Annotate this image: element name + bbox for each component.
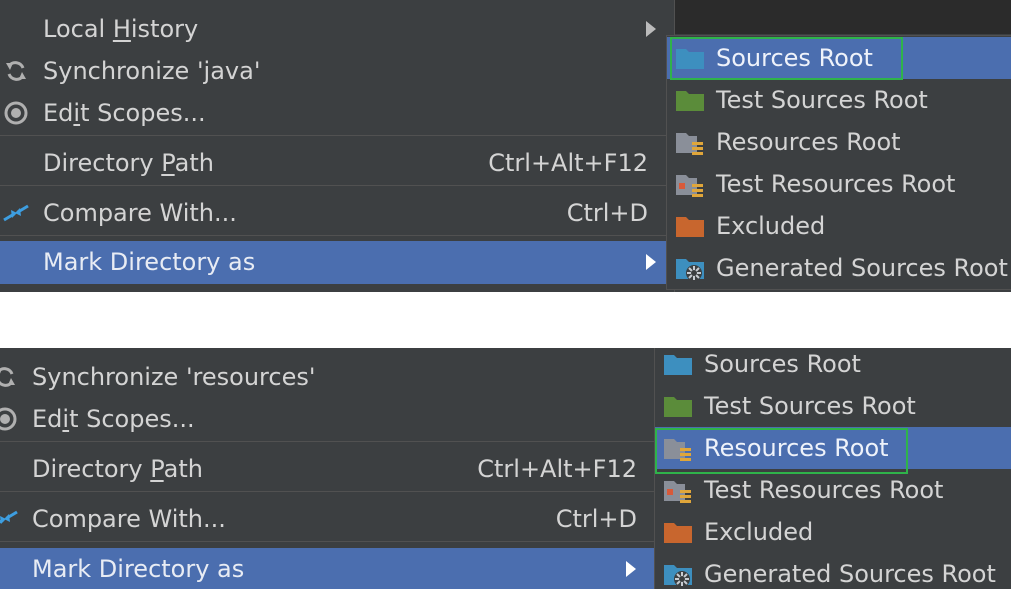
menu-item-label: Edit Scopes...	[43, 99, 206, 127]
menu-separator	[0, 135, 674, 136]
menu-item-synchronize[interactable]: Synchronize 'resources'	[0, 356, 663, 398]
resources-root-folder-icon	[675, 130, 705, 160]
context-menu-java: Local History Synchronize 'java' Edit Sc…	[0, 0, 1011, 292]
submenu-item-label: Test Resources Root	[716, 170, 956, 198]
compare-icon	[2, 201, 30, 225]
menu-item-compare-with[interactable]: Compare With... Ctrl+D	[0, 192, 674, 234]
sources-root-folder-icon	[663, 352, 693, 380]
submenu-arrow-icon	[646, 254, 656, 270]
excluded-folder-icon	[663, 520, 693, 548]
submenu-arrow-icon	[646, 21, 656, 37]
submenu-item-label: Generated Sources Root	[716, 254, 1008, 282]
submenu-item-excluded[interactable]: Excluded	[667, 205, 1011, 247]
submenu-item-test-resources-root[interactable]: Test Resources Root	[667, 163, 1011, 205]
submenu-item-resources-root[interactable]: Resources Root	[667, 121, 1011, 163]
highlight-box	[670, 37, 903, 80]
menu-item-directory-path[interactable]: Directory Path Ctrl+Alt+F12	[0, 142, 674, 184]
generated-sources-root-folder-icon	[663, 562, 693, 589]
submenu-item-test-resources-root[interactable]: Test Resources Root	[655, 469, 1011, 511]
editor-background	[674, 0, 1011, 34]
compare-icon	[0, 507, 19, 531]
menu-separator	[0, 185, 674, 186]
menu-item-label: Compare With...	[32, 505, 226, 533]
shortcut-label: Ctrl+Alt+F12	[477, 455, 637, 483]
context-menu: Local History Synchronize 'java' Edit Sc…	[0, 0, 675, 292]
submenu-item-label: Test Resources Root	[704, 476, 944, 504]
scope-icon	[2, 101, 30, 125]
submenu-item-label: Test Sources Root	[704, 392, 916, 420]
test-sources-root-folder-icon	[663, 394, 693, 422]
menu-item-edit-scopes[interactable]: Edit Scopes...	[0, 92, 674, 134]
menu-item-label: Mark Directory as	[32, 555, 245, 583]
submenu-item-label: Resources Root	[716, 128, 901, 156]
menu-item-mark-directory-as[interactable]: Mark Directory as	[0, 548, 654, 589]
menu-item-label: Synchronize 'java'	[43, 57, 261, 85]
submenu-item-test-sources-root[interactable]: Test Sources Root	[655, 385, 1011, 427]
menu-separator	[0, 491, 654, 492]
context-menu-resources: Synchronize 'resources' Edit Scopes... D…	[0, 348, 1011, 589]
submenu-item-excluded[interactable]: Excluded	[655, 511, 1011, 553]
shortcut-label: Ctrl+D	[555, 505, 637, 533]
menu-item-directory-path[interactable]: Directory Path Ctrl+Alt+F12	[0, 448, 663, 490]
menu-item-local-history[interactable]: Local History	[0, 8, 674, 50]
submenu-arrow-icon	[626, 561, 636, 577]
scope-icon	[0, 407, 19, 431]
submenu-item-label: Excluded	[704, 518, 814, 546]
menu-item-label: Directory Path	[43, 149, 214, 177]
submenu-item-generated-sources-root[interactable]: Generated Sources Root	[667, 247, 1011, 289]
menu-item-label: Compare With...	[43, 199, 237, 227]
submenu-item-sources-root[interactable]: Sources Root	[655, 348, 1011, 385]
submenu-item-test-sources-root[interactable]: Test Sources Root	[667, 79, 1011, 121]
submenu-item-label: Excluded	[716, 212, 826, 240]
menu-item-label: Directory Path	[32, 455, 203, 483]
shortcut-label: Ctrl+D	[566, 199, 648, 227]
menu-item-label: Synchronize 'resources'	[32, 363, 316, 391]
menu-item-edit-scopes[interactable]: Edit Scopes...	[0, 398, 663, 440]
menu-separator	[0, 541, 654, 542]
sync-icon	[0, 365, 19, 389]
menu-separator	[0, 235, 674, 236]
sync-icon	[2, 59, 30, 83]
submenu-item-generated-sources-root[interactable]: Generated Sources Root	[655, 553, 1011, 589]
test-sources-root-folder-icon	[675, 88, 705, 116]
menu-item-label: Mark Directory as	[43, 248, 256, 276]
excluded-folder-icon	[675, 214, 705, 242]
submenu-item-label: Test Sources Root	[716, 86, 928, 114]
context-menu: Synchronize 'resources' Edit Scopes... D…	[0, 348, 655, 589]
menu-item-label: Local History	[43, 15, 199, 43]
test-resources-root-folder-icon	[675, 172, 705, 202]
menu-item-compare-with[interactable]: Compare With... Ctrl+D	[0, 498, 663, 540]
test-resources-root-folder-icon	[663, 478, 693, 508]
shortcut-label: Ctrl+Alt+F12	[488, 149, 648, 177]
menu-item-mark-directory-as[interactable]: Mark Directory as	[0, 241, 674, 284]
submenu-item-label: Generated Sources Root	[704, 560, 996, 588]
generated-sources-root-folder-icon	[675, 256, 705, 286]
highlight-box	[655, 428, 908, 474]
menu-item-label: Edit Scopes...	[32, 405, 195, 433]
submenu-item-label: Sources Root	[704, 350, 861, 378]
menu-separator	[0, 441, 654, 442]
menu-item-synchronize[interactable]: Synchronize 'java'	[0, 50, 674, 92]
